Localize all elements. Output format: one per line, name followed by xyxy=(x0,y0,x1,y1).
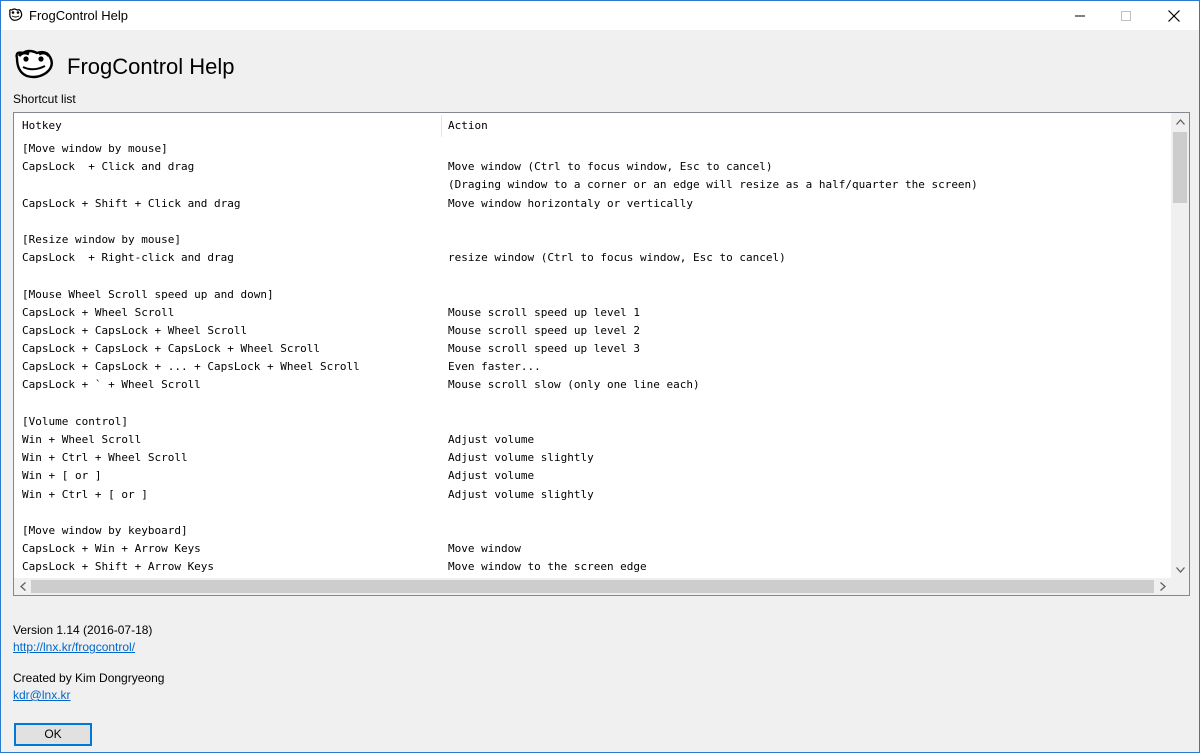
window-title: FrogControl Help xyxy=(29,8,128,23)
minimize-button[interactable] xyxy=(1057,1,1103,30)
minimize-icon xyxy=(1075,15,1085,16)
list-item[interactable]: Win + [ or ] Adjust volume xyxy=(14,467,1171,485)
help-window: FrogControl Help FrogControl Help Shortc… xyxy=(0,0,1200,753)
list-item[interactable]: [Volume control] xyxy=(14,413,1171,431)
hotkey-cell: CapsLock + Click and drag xyxy=(22,160,195,174)
hotkey-cell: [Move window by keyboard] xyxy=(22,523,188,537)
list-item[interactable]: CapsLock + CapsLock + ... + CapsLock + W… xyxy=(14,358,1171,376)
action-cell: Move window (Ctrl to focus window, Esc t… xyxy=(448,160,773,174)
page-title: FrogControl Help xyxy=(67,54,235,79)
list-item[interactable] xyxy=(14,267,1171,285)
maximize-icon xyxy=(1121,10,1131,21)
scroll-right-button[interactable] xyxy=(1154,578,1171,595)
column-header-action[interactable]: Action xyxy=(448,113,488,139)
close-icon xyxy=(1168,9,1180,22)
action-cell: Adjust volume xyxy=(448,469,535,483)
list-item[interactable] xyxy=(14,213,1171,231)
hotkey-cell: CapsLock + Win + Arrow Keys xyxy=(22,542,201,556)
hotkey-cell: CapsLock + Wheel Scroll xyxy=(22,305,175,319)
list-item[interactable]: (Draging window to a corner or an edge w… xyxy=(14,176,1171,194)
list-item[interactable]: CapsLock + Shift + Arrow Keys Move window… xyxy=(14,558,1171,576)
action-cell: Adjust volume slightly xyxy=(448,487,594,501)
homepage-link[interactable]: http://lnx.kr/frogcontrol/ xyxy=(13,640,135,654)
list-item[interactable] xyxy=(14,395,1171,413)
scroll-down-button[interactable] xyxy=(1171,561,1189,578)
maximize-button xyxy=(1103,1,1149,30)
ok-button-label: OK xyxy=(44,727,62,741)
action-cell: Mouse scroll slow (only one line each) xyxy=(448,378,700,392)
list-item[interactable]: CapsLock + Wheel Scroll Mouse scroll spee… xyxy=(14,304,1171,322)
hotkey-cell: [Mouse Wheel Scroll speed up and down] xyxy=(22,287,274,301)
list-item[interactable]: [Move window by mouse] xyxy=(14,140,1171,158)
list-rows: [Move window by mouse] CapsLock + Click a… xyxy=(14,140,1171,577)
action-cell: Adjust volume slightly xyxy=(448,451,594,465)
list-item[interactable]: CapsLock + CapsLock + CapsLock + Wheel S… xyxy=(14,340,1171,358)
list-item[interactable]: CapsLock + Right-click and drag resize wi… xyxy=(14,249,1171,267)
action-cell: Mouse scroll speed up level 1 xyxy=(448,305,641,319)
action-cell: resize window (Ctrl to focus window, Esc… xyxy=(448,251,786,265)
action-cell: Move window xyxy=(448,542,521,556)
list-item[interactable]: Win + Ctrl + Wheel Scroll Adjust volume s… xyxy=(14,449,1171,467)
chevron-down-icon xyxy=(1175,566,1185,573)
action-cell: Mouse scroll speed up level 3 xyxy=(448,342,641,356)
action-cell: Mouse scroll speed up level 2 xyxy=(448,323,641,337)
chevron-right-icon xyxy=(1159,582,1166,591)
column-header-hotkey[interactable]: Hotkey xyxy=(22,113,62,139)
hotkey-cell: [Move window by mouse] xyxy=(22,142,168,155)
scroll-left-button[interactable] xyxy=(14,578,31,595)
list-item[interactable]: CapsLock + Win + Arrow Keys Move window xyxy=(14,540,1171,558)
horizontal-scrollbar[interactable] xyxy=(14,578,1171,595)
hotkey-cell: Win + [ or ] xyxy=(22,469,102,483)
hotkey-cell: CapsLock + CapsLock + Wheel Scroll xyxy=(22,323,248,337)
scroll-up-button[interactable] xyxy=(1171,113,1189,130)
hotkey-cell: Win + Wheel Scroll xyxy=(22,433,142,446)
column-headers: Hotkey Action xyxy=(14,113,1171,139)
author-text: Created by Kim Dongryeong xyxy=(13,671,165,685)
action-cell: Move window to the screen edge xyxy=(448,560,647,574)
hotkey-cell: Win + Ctrl + Wheel Scroll xyxy=(22,451,188,465)
title-bar[interactable]: FrogControl Help xyxy=(1,1,1199,30)
email-link[interactable]: kdr@lnx.kr xyxy=(13,688,71,702)
list-item[interactable]: Win + Ctrl + [ or ] Adjust volume slightl… xyxy=(14,486,1171,504)
horizontal-scroll-thumb[interactable] xyxy=(31,580,1154,593)
hotkey-cell: CapsLock + CapsLock + CapsLock + Wheel S… xyxy=(22,342,321,356)
hotkey-cell: CapsLock + Right-click and drag xyxy=(22,251,234,265)
ok-button[interactable]: OK xyxy=(14,723,92,746)
close-button[interactable] xyxy=(1151,1,1197,30)
list-item[interactable]: [Resize window by mouse] xyxy=(14,231,1171,249)
shortcut-list[interactable]: Hotkey Action [Move window by mouse] Caps… xyxy=(13,112,1190,596)
frog-logo-icon xyxy=(15,49,53,79)
chevron-up-icon xyxy=(1175,118,1185,125)
shortcut-list-label: Shortcut list xyxy=(13,92,76,106)
hotkey-cell: [Resize window by mouse] xyxy=(22,232,181,246)
action-cell: Move window horizontaly or vertically xyxy=(448,196,694,210)
hotkey-cell: CapsLock + Shift + Arrow Keys xyxy=(22,560,215,574)
chevron-left-icon xyxy=(19,582,26,591)
hotkey-cell: CapsLock + Shift + Click and drag xyxy=(22,196,241,210)
vertical-scrollbar[interactable] xyxy=(1171,113,1189,578)
scrollbar-corner xyxy=(1171,578,1189,595)
hotkey-cell: Win + Ctrl + [ or ] xyxy=(22,487,148,501)
hotkey-cell: CapsLock + CapsLock + ... + CapsLock + W… xyxy=(22,360,360,374)
action-cell: (Draging window to a corner or an edge w… xyxy=(448,178,978,192)
action-cell: Even faster... xyxy=(448,360,541,374)
hotkey-cell: CapsLock + ` + Wheel Scroll xyxy=(22,378,201,392)
column-divider[interactable] xyxy=(441,115,442,137)
list-item[interactable]: [Move window by keyboard] xyxy=(14,522,1171,540)
version-text: Version 1.14 (2016-07-18) xyxy=(13,623,153,637)
frog-icon xyxy=(9,8,23,21)
hotkey-cell: [Volume control] xyxy=(22,414,128,428)
list-item[interactable]: CapsLock + Shift + Click and drag Move wi… xyxy=(14,195,1171,213)
list-item[interactable] xyxy=(14,504,1171,522)
list-item[interactable]: Win + Wheel Scroll Adjust volume xyxy=(14,431,1171,449)
vertical-scroll-thumb[interactable] xyxy=(1173,132,1187,203)
list-item[interactable]: CapsLock + CapsLock + Wheel Scroll Mouse … xyxy=(14,322,1171,340)
list-item[interactable]: CapsLock + Click and drag Move window (Ct… xyxy=(14,158,1171,176)
list-item[interactable]: [Mouse Wheel Scroll speed up and down] xyxy=(14,286,1171,304)
action-cell: Adjust volume xyxy=(448,433,535,446)
list-item[interactable]: CapsLock + ` + Wheel Scroll Mouse scroll … xyxy=(14,376,1171,394)
